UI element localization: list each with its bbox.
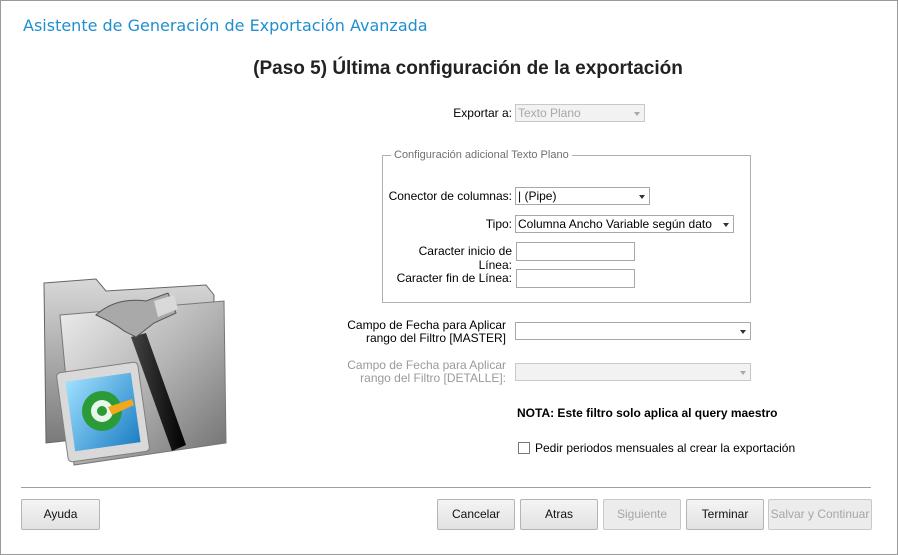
export-to-value: Texto Plano xyxy=(518,106,581,120)
help-button[interactable]: Ayuda xyxy=(21,499,100,530)
master-date-label: Campo de Fecha para Aplicar rango del Fi… xyxy=(340,319,506,345)
line-end-label: Caracter fin de Línea: xyxy=(396,271,512,285)
finish-button[interactable]: Terminar xyxy=(686,499,764,530)
type-select[interactable]: Columna Ancho Variable según dato xyxy=(515,215,734,233)
line-end-input[interactable] xyxy=(516,269,635,288)
filter-note: NOTA: Este filtro solo aplica al query m… xyxy=(517,406,778,420)
monthly-periods-label[interactable]: Pedir periodos mensuales al crear la exp… xyxy=(535,441,795,455)
column-connector-label: Conector de columnas: xyxy=(388,189,512,203)
window-title: Asistente de Generación de Exportación A… xyxy=(23,16,428,35)
detail-date-label: Campo de Fecha para Aplicar rango del Fi… xyxy=(340,359,506,385)
folder-with-hammer-icon xyxy=(36,275,232,475)
step-title: (Paso 5) Última configuración de la expo… xyxy=(253,58,683,79)
next-button: Siguiente xyxy=(603,499,681,530)
column-connector-value: | (Pipe) xyxy=(518,189,557,203)
chevron-down-icon xyxy=(639,195,645,199)
chevron-down-icon xyxy=(740,330,746,334)
column-connector-select[interactable]: | (Pipe) xyxy=(515,187,650,205)
cancel-button[interactable]: Cancelar xyxy=(437,499,515,530)
export-to-label: Exportar a: xyxy=(453,106,512,120)
line-start-input[interactable] xyxy=(516,242,635,261)
chevron-down-icon xyxy=(723,223,729,227)
detail-date-label-line2: rango del Filtro [DETALLE]: xyxy=(360,371,506,385)
export-to-select: Texto Plano xyxy=(515,104,645,122)
monthly-periods-checkbox[interactable] xyxy=(518,442,530,454)
group-legend: Configuración adicional Texto Plano xyxy=(391,149,572,161)
type-label: Tipo: xyxy=(485,217,512,231)
chevron-down-icon xyxy=(634,112,640,116)
back-button[interactable]: Atras xyxy=(520,499,598,530)
save-continue-button: Salvar y Continuar xyxy=(768,499,872,530)
master-date-select[interactable] xyxy=(515,322,751,340)
chevron-down-icon xyxy=(740,371,746,375)
type-value: Columna Ancho Variable según dato xyxy=(518,217,712,231)
footer-divider xyxy=(21,487,871,488)
master-date-label-line2: rango del Filtro [MASTER] xyxy=(365,331,506,345)
line-start-label: Caracter inicio de Línea: xyxy=(418,244,512,272)
detail-date-select xyxy=(515,363,751,381)
